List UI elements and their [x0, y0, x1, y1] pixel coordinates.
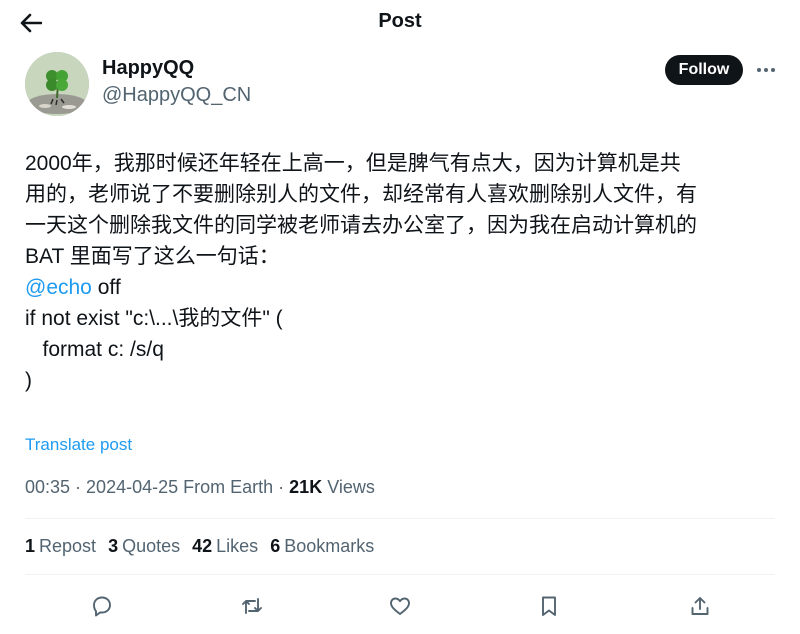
likes-label: Likes [216, 536, 259, 556]
repost-icon [242, 598, 262, 614]
views-label: Views [322, 477, 375, 497]
post-date[interactable]: 2024-04-25 [86, 477, 178, 497]
quotes-label: Quotes [122, 536, 181, 556]
repost-button[interactable] [234, 588, 270, 624]
meta-separator: · [273, 477, 290, 497]
like-icon [390, 597, 410, 615]
post-text-line: BAT 里面写了这么一句话： [25, 245, 280, 268]
post-source: From Earth [183, 477, 274, 497]
post-text-line: 用的，老师说了不要删除别人的文件，却经常有人喜欢删除别人文件，有 [25, 183, 697, 206]
quotes-count: 3 [108, 536, 119, 556]
post-text-line: 2000年，我那时候还年轻在上高一，但是脾气有点大，因为计算机是共 [25, 152, 681, 175]
quotes-stat[interactable]: 3 Quotes [108, 536, 180, 557]
reposts-label: Repost [39, 536, 97, 556]
reply-icon [93, 596, 111, 617]
likes-stat[interactable]: 42 Likes [192, 536, 258, 557]
bookmarks-count: 6 [270, 536, 281, 556]
echo-mention-link[interactable]: @echo [25, 276, 92, 299]
bookmarks-stat[interactable]: 6 Bookmarks [270, 536, 374, 557]
page-title: Post [378, 10, 422, 32]
post-text-line: 一天这个删除我文件的同学被老师请去办公室了，因为我在启动计算机的 [25, 214, 697, 237]
post-action-bar [0, 588, 800, 624]
post-time[interactable]: 00:35 [25, 477, 70, 497]
code-text: off [91, 276, 121, 299]
code-line: ) [25, 369, 32, 392]
likes-count: 42 [192, 536, 213, 556]
bookmark-icon [542, 596, 556, 616]
translate-post-link[interactable]: Translate post [25, 435, 132, 455]
share-icon [691, 597, 709, 615]
views-count: 21K [289, 477, 323, 497]
bookmarks-label: Bookmarks [284, 536, 375, 556]
avatar[interactable] [25, 52, 89, 116]
reposts-count: 1 [25, 536, 36, 556]
reposts-stat[interactable]: 1 Repost [25, 536, 96, 557]
post-text: 2000年，我那时候还年轻在上高一，但是脾气有点大，因为计算机是共 用的，老师说… [25, 148, 785, 396]
meta-separator: · [70, 477, 87, 497]
like-button[interactable] [382, 588, 418, 624]
more-horizontal-icon [757, 68, 775, 72]
code-line: if not exist "c:\...\我的文件" ( [25, 307, 283, 330]
follow-button[interactable]: Follow [665, 55, 743, 85]
code-line: format c: /s/q [25, 338, 164, 361]
reply-button[interactable] [84, 588, 120, 624]
engagement-stats: 1 Repost 3 Quotes 42 Likes 6 Bookmarks [25, 536, 374, 557]
code-line: @echo off [25, 272, 785, 303]
clover-avatar-image [25, 52, 89, 116]
divider [25, 574, 775, 575]
more-options-button[interactable] [752, 58, 780, 82]
bookmark-button[interactable] [531, 588, 567, 624]
user-handle[interactable]: @HappyQQ_CN [102, 84, 251, 107]
display-name[interactable]: HappyQQ [102, 57, 194, 80]
share-button[interactable] [682, 588, 718, 624]
post-header: Post [0, 0, 800, 46]
divider [25, 518, 775, 519]
post-meta: 00:35 · 2024-04-25 From Earth · 21K View… [25, 477, 375, 498]
